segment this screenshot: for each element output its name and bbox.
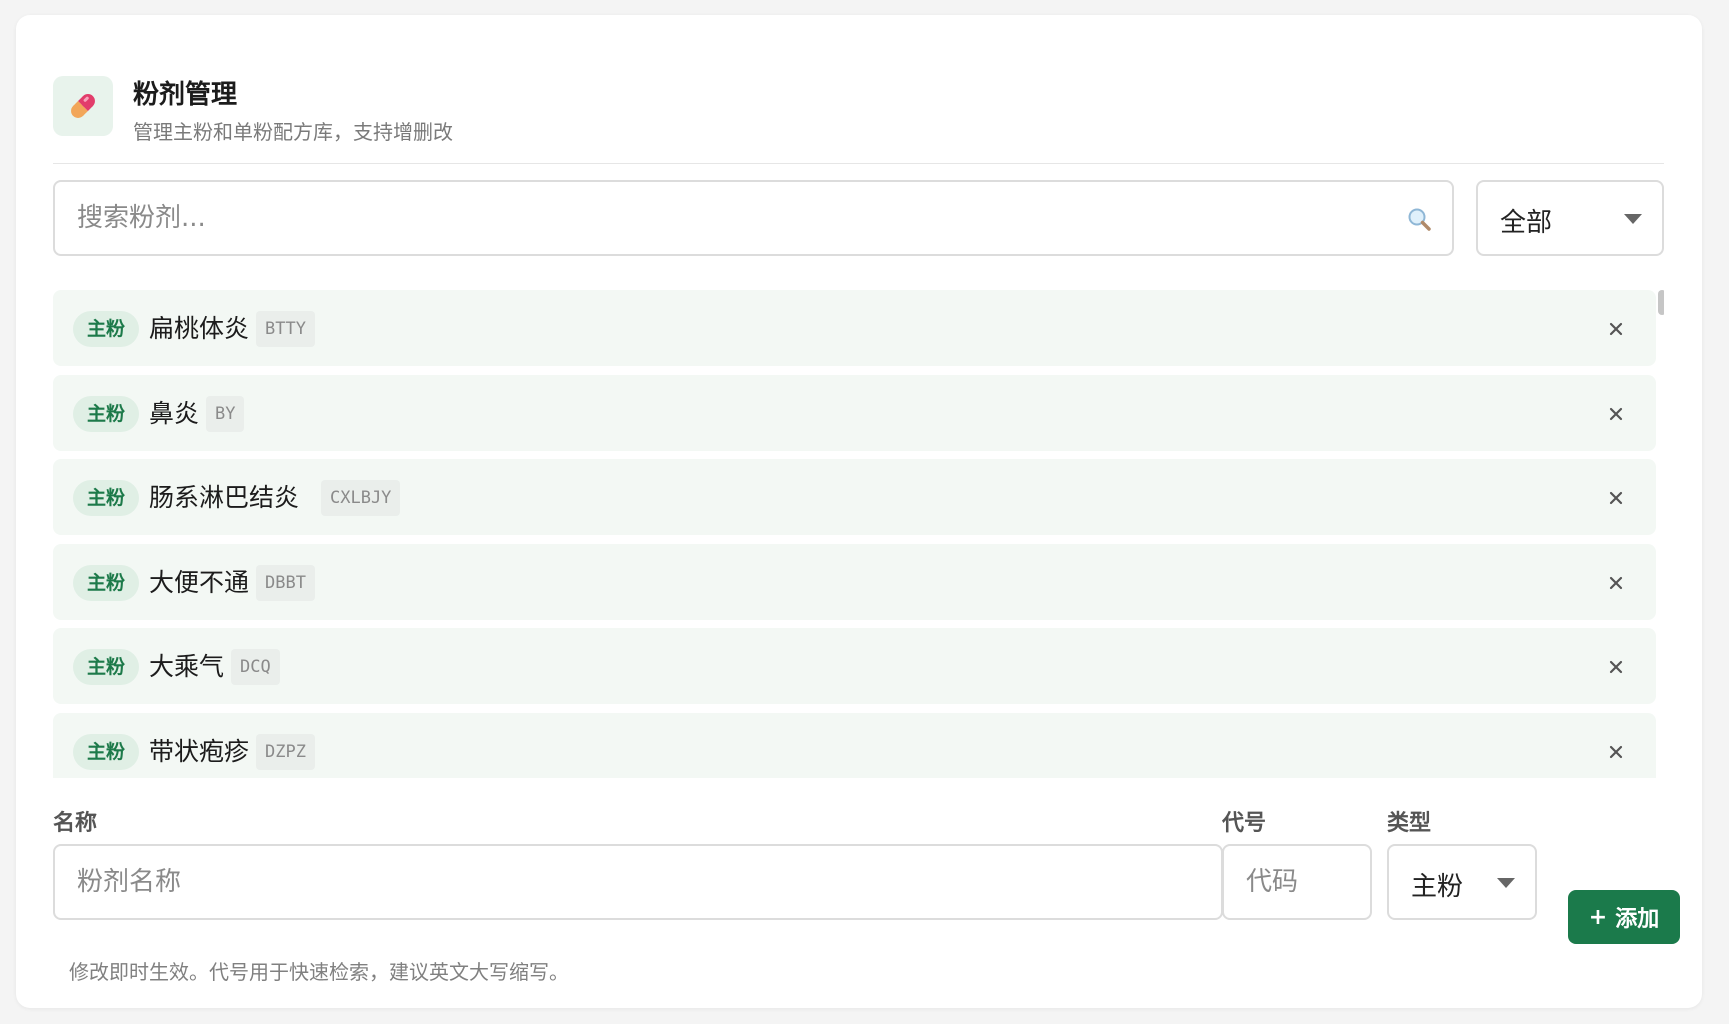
close-icon	[1609, 322, 1623, 336]
page-subtitle: 管理主粉和单粉配方库，支持增删改	[133, 120, 453, 144]
type-label: 类型	[1387, 811, 1432, 836]
list-item[interactable]: 主粉 带状疱疹 DZPZ	[53, 713, 1656, 778]
name-input[interactable]	[55, 846, 1221, 918]
powder-code: CXLBJY	[321, 480, 401, 516]
powder-name: 鼻炎	[149, 399, 200, 428]
powder-name: 肠系淋巴结炎	[149, 483, 300, 512]
plus-icon: +	[1588, 904, 1608, 930]
powder-code: DBBT	[256, 565, 315, 601]
code-input[interactable]	[1224, 846, 1370, 918]
list-item[interactable]: 主粉 鼻炎 BY	[53, 375, 1656, 451]
close-icon	[1609, 660, 1623, 674]
delete-button[interactable]	[1604, 571, 1628, 595]
powder-list[interactable]: 主粉 扁桃体炎 BTTY 主粉 鼻炎 BY 主粉 肠系淋巴结炎 CXLBJY 主…	[53, 290, 1664, 778]
type-badge: 主粉	[73, 480, 140, 516]
powder-name: 大乘气	[149, 652, 225, 681]
search-input[interactable]	[55, 182, 1452, 254]
delete-button[interactable]	[1604, 486, 1628, 510]
add-button[interactable]: + 添加	[1568, 890, 1680, 944]
type-badge: 主粉	[73, 734, 140, 770]
type-badge: 主粉	[73, 649, 140, 685]
search-icon[interactable]	[1406, 206, 1432, 232]
name-label: 名称	[53, 811, 98, 836]
type-filter-select[interactable]: 全部	[1476, 180, 1664, 256]
list-item[interactable]: 主粉 大便不通 DBBT	[53, 544, 1656, 620]
page-header: 粉剂管理 管理主粉和单粉配方库，支持增删改	[53, 60, 1664, 164]
powder-code: DCQ	[231, 649, 280, 685]
type-badge: 主粉	[73, 396, 140, 432]
close-icon	[1609, 745, 1623, 759]
close-icon	[1609, 407, 1623, 421]
type-badge: 主粉	[73, 311, 140, 347]
close-icon	[1609, 576, 1623, 590]
powder-name: 带状疱疹	[149, 737, 250, 766]
powder-name: 扁桃体炎	[149, 314, 250, 343]
powder-management-card: 粉剂管理 管理主粉和单粉配方库，支持增删改 全部 主粉 扁桃体炎 BTTY	[16, 15, 1702, 1008]
help-text: 修改即时生效。代号用于快速检索，建议英文大写缩写。	[69, 960, 569, 984]
powder-code: BY	[206, 396, 245, 432]
list-item[interactable]: 主粉 肠系淋巴结炎 CXLBJY	[53, 459, 1656, 535]
type-badge: 主粉	[73, 565, 140, 601]
type-select[interactable]: 主粉	[1387, 844, 1537, 920]
type-select-value: 主粉	[1411, 872, 1464, 902]
list-item[interactable]: 主粉 大乘气 DCQ	[53, 628, 1656, 704]
code-field	[1222, 844, 1372, 920]
capsule-icon	[53, 76, 113, 136]
delete-button[interactable]	[1604, 655, 1628, 679]
name-field	[53, 844, 1223, 920]
delete-button[interactable]	[1604, 317, 1628, 341]
page-title: 粉剂管理	[133, 80, 238, 110]
delete-button[interactable]	[1604, 740, 1628, 764]
powder-code: BTTY	[256, 311, 315, 347]
powder-name: 大便不通	[149, 568, 250, 597]
search-box	[53, 180, 1454, 256]
add-button-label: 添加	[1615, 907, 1660, 932]
chevron-down-icon	[1624, 214, 1642, 224]
type-filter-value: 全部	[1500, 208, 1553, 238]
list-scrollbar[interactable]	[1658, 290, 1664, 315]
delete-button[interactable]	[1604, 402, 1628, 426]
list-item[interactable]: 主粉 扁桃体炎 BTTY	[53, 290, 1656, 366]
chevron-down-icon	[1497, 878, 1515, 888]
code-label: 代号	[1222, 811, 1267, 836]
powder-code: DZPZ	[256, 734, 315, 770]
close-icon	[1609, 491, 1623, 505]
